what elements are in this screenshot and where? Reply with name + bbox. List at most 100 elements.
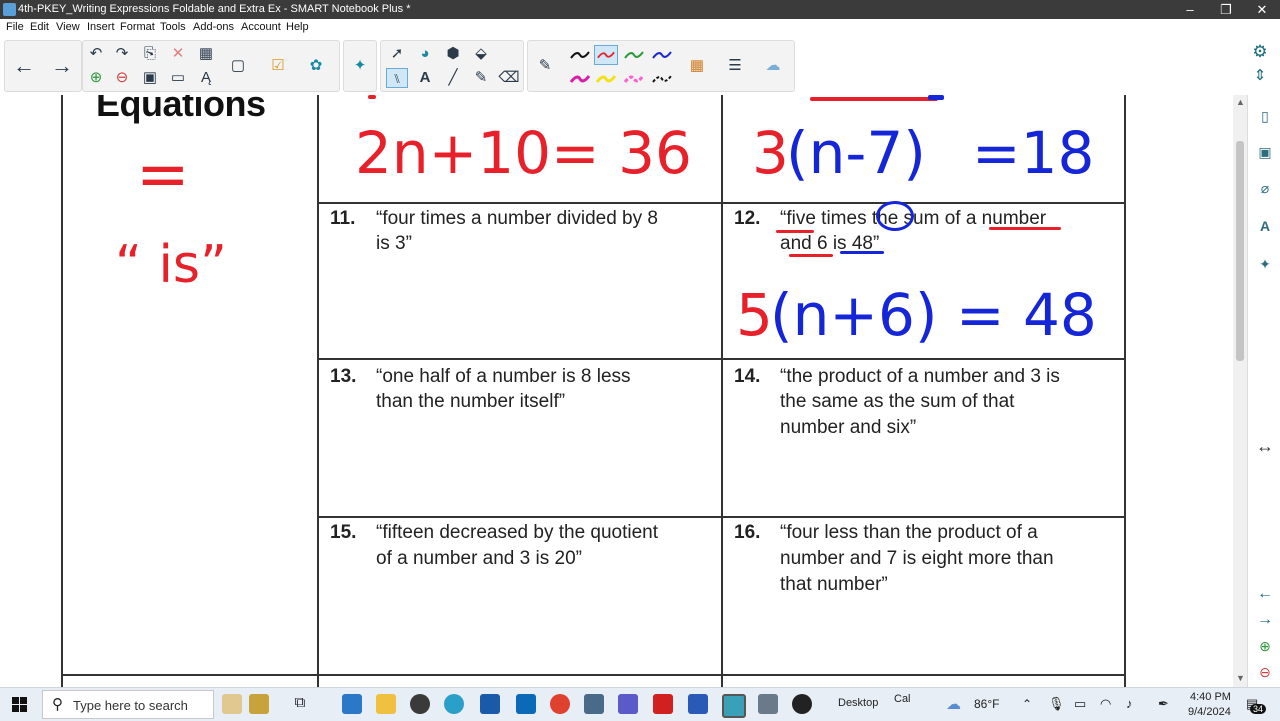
menu-insert[interactable]: Insert bbox=[87, 21, 115, 33]
attachments-icon[interactable]: ⌀ bbox=[1256, 179, 1274, 197]
resize-sidebar-icon[interactable]: ↔ bbox=[1256, 437, 1274, 455]
add-ons-icon[interactable]: ✦ bbox=[1256, 255, 1274, 273]
redo-icon[interactable]: ↷ bbox=[111, 44, 133, 64]
pen-icon[interactable]: ✎ bbox=[534, 56, 556, 76]
prev-page-arrow-icon[interactable]: ← bbox=[1256, 585, 1274, 603]
maximize-button[interactable]: ❐ bbox=[1208, 0, 1244, 19]
ink-underline-and-6[interactable] bbox=[789, 254, 833, 257]
menu-help[interactable]: Help bbox=[286, 21, 309, 33]
ink-underline-is-48[interactable] bbox=[840, 251, 884, 254]
edge-icon[interactable] bbox=[444, 694, 464, 714]
menu-format[interactable]: Format bbox=[120, 21, 155, 33]
vertical-scrollbar[interactable]: ▲ ▼ bbox=[1233, 95, 1247, 687]
ink-circle-the[interactable] bbox=[876, 201, 914, 231]
minimize-button[interactable]: – bbox=[1172, 0, 1208, 19]
mail-icon[interactable] bbox=[342, 694, 362, 714]
taskbar-search-box[interactable]: ⚲ Type here to search bbox=[42, 690, 214, 719]
next-page-arrow-icon[interactable]: → bbox=[1256, 611, 1274, 629]
pens-tool-icon[interactable]: ⑊ bbox=[386, 68, 408, 88]
chrome-icon[interactable] bbox=[550, 694, 570, 714]
highlighter-magenta[interactable] bbox=[568, 69, 592, 89]
toolbar-toggle-icon[interactable]: ⇕ bbox=[1249, 66, 1271, 86]
properties-icon[interactable]: A bbox=[1256, 217, 1274, 235]
scroll-up-icon[interactable]: ▲ bbox=[1236, 97, 1245, 107]
highlighter-yellow[interactable] bbox=[594, 69, 618, 89]
menu-edit[interactable]: Edit bbox=[30, 21, 49, 33]
delete-page-side-icon[interactable]: ⊖ bbox=[1256, 663, 1274, 681]
ink-equation-top-right-group[interactable]: (n-7) bbox=[786, 123, 926, 183]
pinned-app-2-icon[interactable] bbox=[249, 694, 269, 714]
ink-equation-top-right-coef[interactable]: 3 bbox=[752, 123, 789, 183]
page-sorter-icon[interactable]: ▯ bbox=[1256, 107, 1274, 125]
desktop-toolbar-label[interactable]: Desktop bbox=[838, 697, 878, 709]
menu-view[interactable]: View bbox=[56, 21, 80, 33]
outlook-icon[interactable] bbox=[516, 694, 536, 714]
delete-icon[interactable]: ✕ bbox=[167, 44, 189, 64]
paste-icon[interactable]: ⎘ bbox=[139, 44, 161, 64]
shapes-icon[interactable]: ◕ bbox=[414, 44, 436, 64]
fill-icon[interactable]: ⬙ bbox=[470, 44, 492, 64]
puzzle-icon[interactable]: ✦ bbox=[349, 56, 371, 76]
store-icon[interactable] bbox=[480, 694, 500, 714]
table-icon[interactable]: ▦ bbox=[195, 44, 217, 64]
windows-start-icon[interactable] bbox=[12, 697, 27, 712]
safari-icon[interactable] bbox=[410, 694, 430, 714]
display-icon[interactable]: ▢ bbox=[227, 56, 249, 76]
app-window-icon[interactable] bbox=[758, 694, 778, 714]
acrobat-icon[interactable] bbox=[653, 694, 673, 714]
close-button[interactable]: ✕ bbox=[1244, 0, 1280, 19]
notepad-icon[interactable] bbox=[584, 694, 604, 714]
scroll-down-icon[interactable]: ▼ bbox=[1236, 673, 1245, 683]
forward-arrow-icon[interactable]: → bbox=[51, 54, 73, 78]
menu-tools[interactable]: Tools bbox=[160, 21, 186, 33]
pen-green[interactable] bbox=[622, 45, 646, 65]
menu-file[interactable]: File bbox=[6, 21, 24, 33]
network-icon[interactable]: ▭ bbox=[1074, 696, 1086, 712]
undo-icon[interactable]: ↶ bbox=[85, 44, 107, 64]
ink-equation-12-coef[interactable]: 5 bbox=[736, 285, 773, 345]
text-format-icon[interactable]: Ą bbox=[195, 68, 217, 88]
check-icon[interactable]: ☑ bbox=[267, 56, 289, 76]
file-explorer-icon[interactable] bbox=[376, 694, 396, 714]
ink-is-word[interactable]: “ is” bbox=[115, 235, 227, 295]
weather-temp[interactable]: 86°F bbox=[974, 697, 999, 711]
settings-gear-icon[interactable]: ⚙ bbox=[1249, 42, 1271, 62]
creative-pen-icon[interactable]: ✎ bbox=[470, 68, 492, 88]
ink-equation-top-right-rhs[interactable]: =18 bbox=[972, 123, 1094, 183]
remove-page-icon[interactable]: ⊖ bbox=[111, 68, 133, 88]
ink-equation-top-left[interactable]: 2n+10= 36 bbox=[355, 123, 692, 183]
weather-icon[interactable]: ☁ bbox=[946, 695, 961, 713]
ink-underline-five[interactable] bbox=[776, 230, 814, 233]
line-tool-icon[interactable]: ╱ bbox=[442, 68, 464, 88]
highlighter-pink[interactable] bbox=[622, 69, 646, 89]
task-view-icon[interactable]: ⧉ bbox=[290, 694, 310, 714]
add-page-side-icon[interactable]: ⊕ bbox=[1256, 637, 1274, 655]
text-tool-icon[interactable]: A bbox=[414, 68, 436, 88]
clock-date[interactable]: 9/4/2024 bbox=[1188, 706, 1231, 718]
cal-toolbar-label[interactable]: Cal bbox=[894, 693, 911, 705]
add-page-icon[interactable]: ⊕ bbox=[85, 68, 107, 88]
teams-icon[interactable] bbox=[618, 694, 638, 714]
volume-icon[interactable]: ♪ bbox=[1126, 696, 1133, 711]
ink-equals-sign[interactable]: = bbox=[136, 143, 190, 207]
polygon-icon[interactable]: ⬢ bbox=[442, 44, 464, 64]
line-style-icon[interactable]: ☰ bbox=[724, 56, 746, 76]
ink-equation-12-group[interactable]: (n+6) bbox=[770, 285, 938, 345]
ink-underline-a-number[interactable] bbox=[989, 227, 1061, 230]
back-arrow-icon[interactable]: ← bbox=[13, 54, 35, 78]
eraser-icon[interactable]: ⌫ bbox=[498, 68, 520, 88]
smart-notebook-icon[interactable] bbox=[722, 694, 746, 718]
clock-time[interactable]: 4:40 PM bbox=[1190, 691, 1231, 703]
pen-menu-icon[interactable]: ✒ bbox=[1158, 696, 1169, 712]
notebook-page[interactable]: Equations = “ is” 2n+10= 36 3 (n-7) =18 … bbox=[0, 95, 1233, 687]
media-player-icon[interactable] bbox=[792, 694, 812, 714]
scroll-thumb[interactable] bbox=[1236, 141, 1244, 361]
gallery-icon[interactable]: ▣ bbox=[1256, 143, 1274, 161]
show-hidden-icons-icon[interactable]: ⌃ bbox=[1022, 697, 1032, 711]
microphone-icon[interactable]: 🎙 bbox=[1048, 696, 1065, 712]
menu-account[interactable]: Account bbox=[241, 21, 281, 33]
pen-dashed-black[interactable] bbox=[650, 69, 674, 89]
menu-addons[interactable]: Add-ons bbox=[193, 21, 234, 33]
fill-effects-icon[interactable]: ☁ bbox=[762, 56, 784, 76]
activity-builder-icon[interactable]: ✿ bbox=[305, 56, 327, 76]
